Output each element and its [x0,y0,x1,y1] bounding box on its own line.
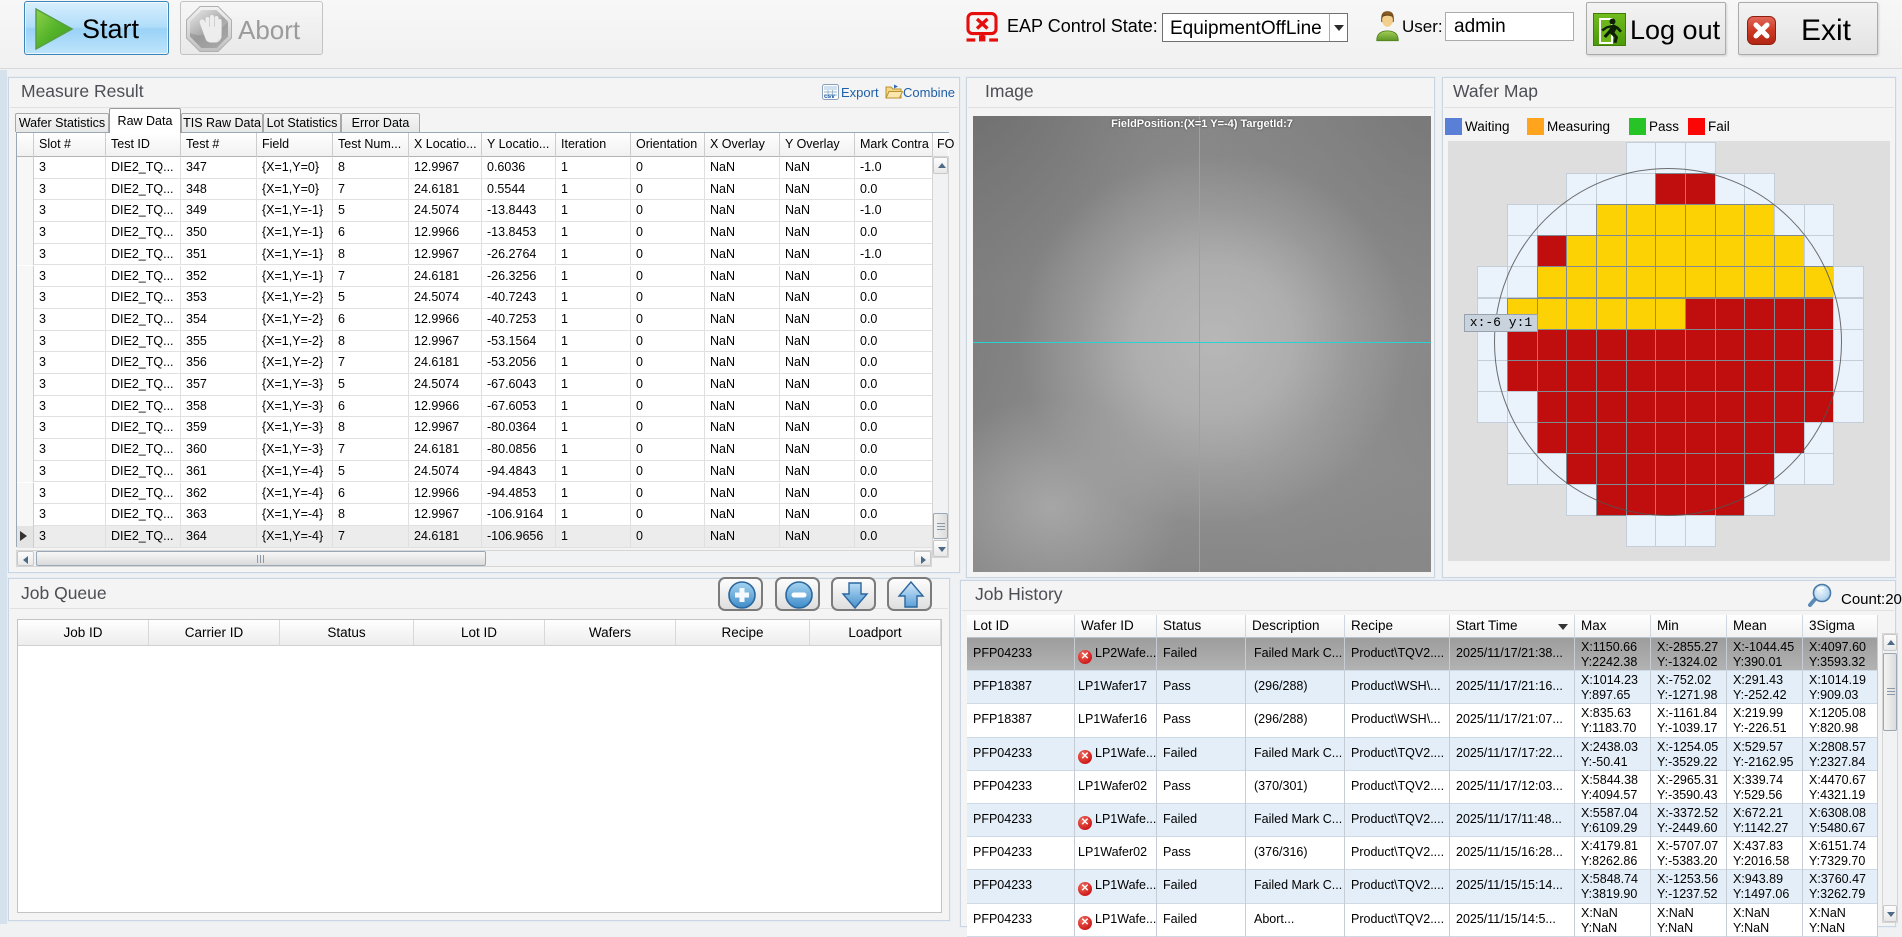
svg-text:csv: csv [824,93,835,100]
